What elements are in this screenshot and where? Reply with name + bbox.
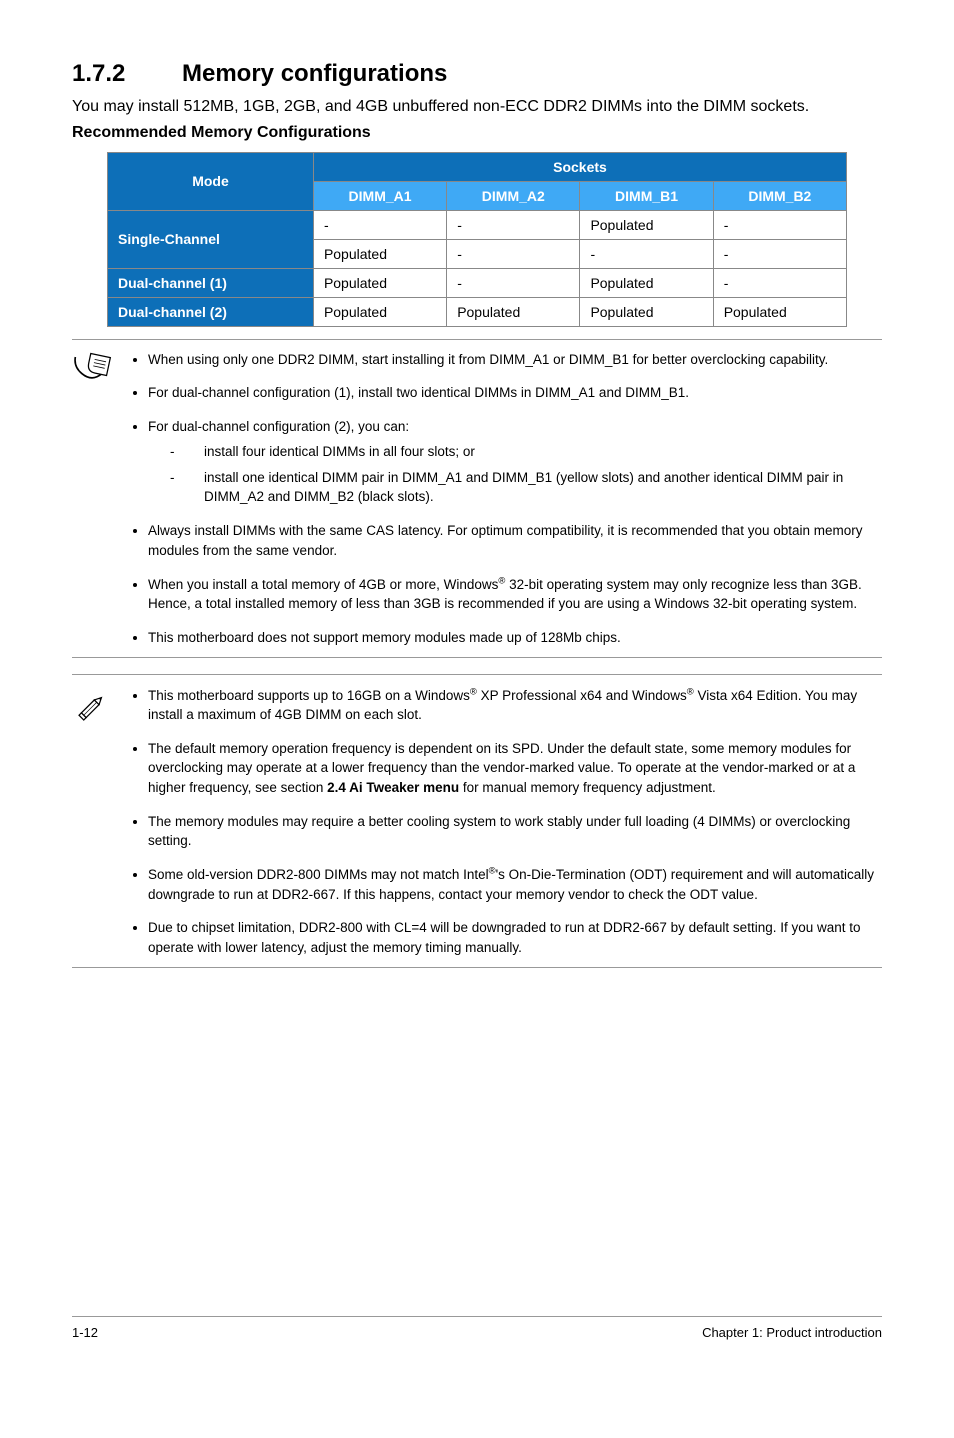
tip-note-block: This motherboard supports up to 16GB on … [72, 674, 882, 968]
chapter-label: Chapter 1: Product introduction [702, 1325, 882, 1340]
note-item: For dual-channel configuration (1), inst… [148, 383, 882, 403]
lead-paragraph: You may install 512MB, 1GB, 2GB, and 4GB… [72, 96, 882, 118]
table-header-sockets: Sockets [313, 152, 846, 181]
note-icon [72, 350, 118, 648]
note-body: This motherboard supports up to 16GB on … [132, 685, 882, 957]
row-label-single: Single-Channel [108, 210, 314, 268]
table-header-mode: Mode [108, 152, 314, 210]
table-cell: Populated [580, 210, 713, 239]
table-cell: Populated [313, 297, 446, 326]
table-cell: Populated [313, 268, 446, 297]
note-item: Due to chipset limitation, DDR2-800 with… [148, 918, 882, 957]
table-cell: - [713, 268, 846, 297]
table-row: Dual-channel (1) Populated - Populated - [108, 268, 847, 297]
note-item: Always install DIMMs with the same CAS l… [148, 521, 882, 560]
section-heading: 1.7.2Memory configurations [72, 60, 882, 88]
note-item: The default memory operation frequency i… [148, 739, 882, 798]
note-subitem: - install one identical DIMM pair in DIM… [170, 468, 882, 507]
note-item: This motherboard does not support memory… [148, 628, 882, 648]
table-header-dimm: DIMM_B1 [580, 181, 713, 210]
dash-icon: - [170, 442, 204, 462]
table-header-dimm: DIMM_A2 [447, 181, 580, 210]
table-cell: - [580, 239, 713, 268]
table-cell: Populated [580, 297, 713, 326]
table-cell: - [313, 210, 446, 239]
table-header-dimm: DIMM_A1 [313, 181, 446, 210]
note-item: This motherboard supports up to 16GB on … [148, 685, 882, 725]
memory-config-table: Mode Sockets DIMM_A1 DIMM_A2 DIMM_B1 DIM… [107, 152, 847, 327]
table-cell: - [447, 239, 580, 268]
note-item: When using only one DDR2 DIMM, start ins… [148, 350, 882, 370]
table-cell: Populated [447, 297, 580, 326]
table-row: Single-Channel - - Populated - [108, 210, 847, 239]
table-cell: Populated [313, 239, 446, 268]
table-cell: - [713, 210, 846, 239]
table-row: Dual-channel (2) Populated Populated Pop… [108, 297, 847, 326]
note-item: For dual-channel configuration (2), you … [148, 417, 882, 507]
info-note-block: When using only one DDR2 DIMM, start ins… [72, 339, 882, 659]
table-cell: - [447, 210, 580, 239]
note-body: When using only one DDR2 DIMM, start ins… [132, 350, 882, 648]
table-cell: Populated [580, 268, 713, 297]
note-subitem: - install four identical DIMMs in all fo… [170, 442, 882, 462]
table-cell: - [713, 239, 846, 268]
row-label-dual1: Dual-channel (1) [108, 268, 314, 297]
page-footer: 1-12 Chapter 1: Product introduction [72, 1316, 882, 1340]
page-number: 1-12 [72, 1325, 98, 1340]
section-title: Memory configurations [182, 60, 447, 87]
table-cell: Populated [713, 297, 846, 326]
note-item: When you install a total memory of 4GB o… [148, 574, 882, 614]
table-header-dimm: DIMM_B2 [713, 181, 846, 210]
table-cell: - [447, 268, 580, 297]
pencil-icon [72, 685, 118, 957]
section-number: 1.7.2 [72, 60, 182, 88]
note-item: The memory modules may require a better … [148, 812, 882, 851]
dash-icon: - [170, 468, 204, 507]
table-caption: Recommended Memory Configurations [72, 124, 882, 142]
row-label-dual2: Dual-channel (2) [108, 297, 314, 326]
note-item: Some old-version DDR2-800 DIMMs may not … [148, 865, 882, 905]
